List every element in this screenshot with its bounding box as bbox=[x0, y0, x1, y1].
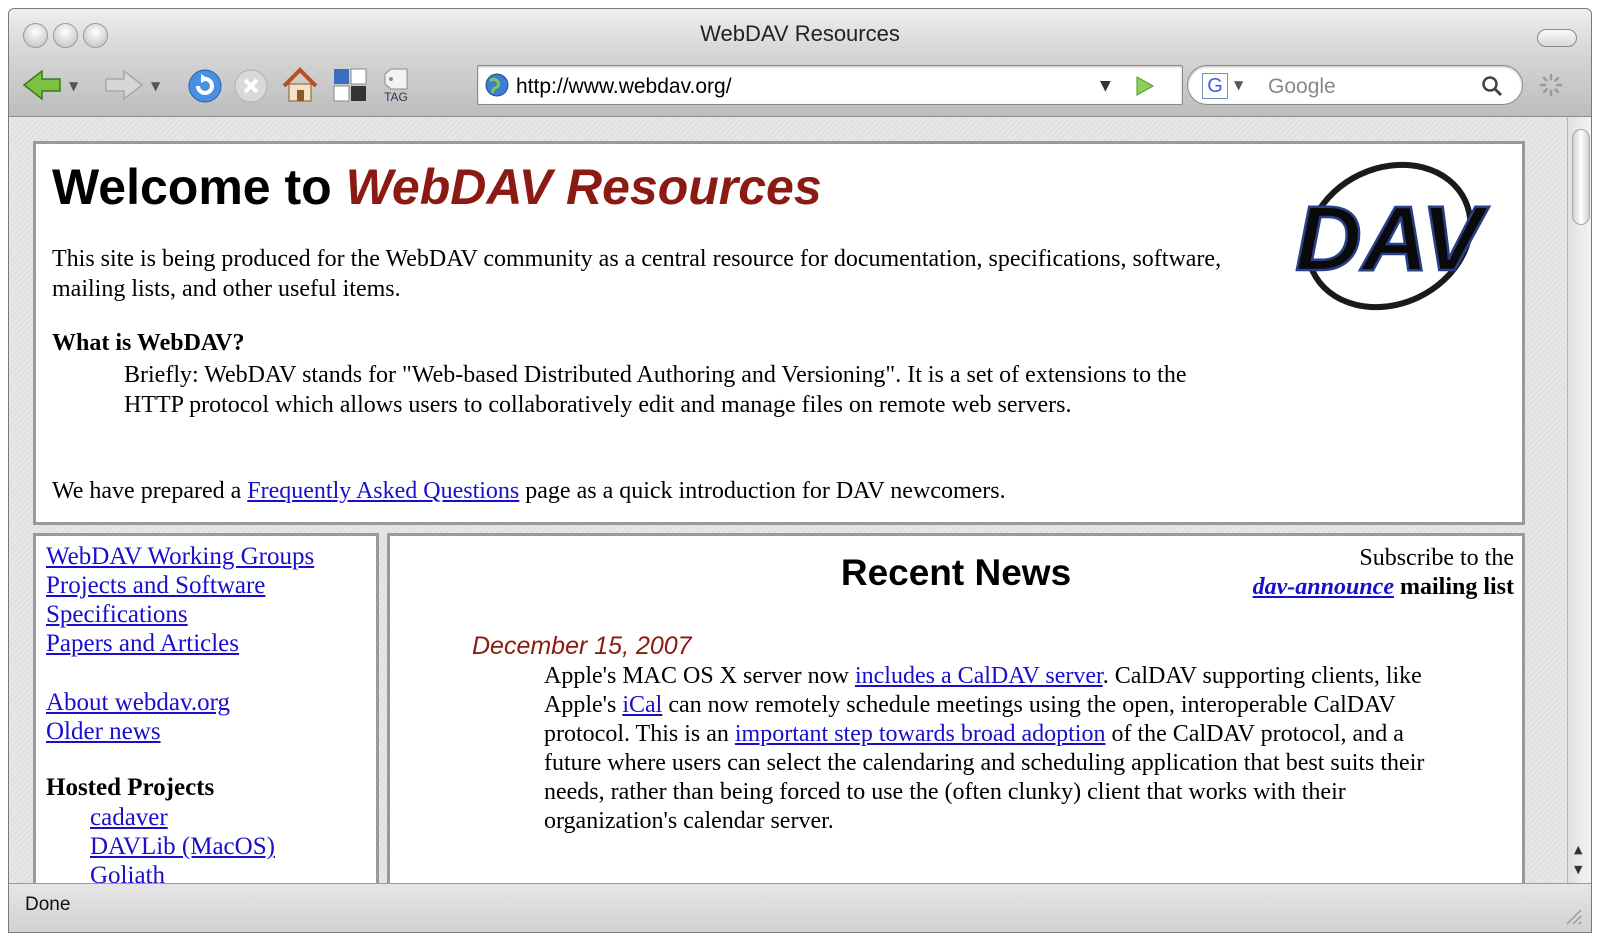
sidebar-links-secondary: About webdav.org Older news bbox=[46, 688, 230, 746]
magnifier-icon[interactable] bbox=[1478, 72, 1506, 100]
faq-after: page as a quick introduction for DAV new… bbox=[525, 478, 1006, 504]
reload-icon[interactable] bbox=[185, 67, 225, 105]
sidebar-link-papers[interactable]: Papers and Articles bbox=[46, 630, 239, 657]
spinner-icon bbox=[1537, 71, 1565, 99]
tag-label: TAG bbox=[384, 90, 408, 104]
search-bar[interactable]: G ▼ Google bbox=[1187, 65, 1523, 105]
forward-dropdown-icon[interactable]: ▼ bbox=[151, 79, 160, 93]
faq-link[interactable]: Frequently Asked Questions bbox=[247, 478, 519, 504]
subscribe-suffix: mailing list bbox=[1399, 574, 1514, 600]
google-icon[interactable]: G bbox=[1202, 73, 1228, 99]
news-item-body: Apple's MAC OS X server now includes a C… bbox=[544, 662, 1444, 836]
page-viewport[interactable]: Welcome to WebDAV Resources DAV This sit… bbox=[9, 117, 1567, 883]
hosted-link-davlib[interactable]: DAVLib (MacOS) bbox=[90, 833, 275, 860]
vertical-scrollbar[interactable]: ▲ ▼ bbox=[1567, 117, 1591, 883]
tag-icon[interactable]: TAG bbox=[377, 65, 415, 107]
caldav-server-link[interactable]: includes a CalDAV server bbox=[855, 663, 1103, 689]
what-heading: What is WebDAV? bbox=[52, 330, 245, 356]
welcome-brand: WebDAV Resources bbox=[345, 159, 822, 215]
welcome-panel: Welcome to WebDAV Resources DAV This sit… bbox=[33, 141, 1525, 525]
stop-icon[interactable] bbox=[231, 67, 271, 105]
sidebar-link-projects[interactable]: Projects and Software bbox=[46, 572, 265, 599]
news-panel: Recent News Subscribe to the dav-announc… bbox=[387, 533, 1525, 883]
status-bar: Done bbox=[9, 883, 1591, 932]
intro-text: This site is being produced for the WebD… bbox=[52, 246, 1222, 302]
toolbar-toggle-button[interactable] bbox=[1537, 29, 1577, 47]
faq-before: We have prepared a bbox=[52, 478, 242, 504]
ical-link[interactable]: iCal bbox=[622, 692, 662, 718]
news-date: December 15, 2007 bbox=[472, 632, 692, 660]
url-text[interactable]: http://www.webdav.org/ bbox=[516, 75, 732, 99]
welcome-heading: Welcome to WebDAV Resources bbox=[52, 158, 822, 216]
hosted-projects-heading: Hosted Projects bbox=[46, 774, 215, 801]
welcome-prefix: Welcome to bbox=[52, 159, 332, 215]
back-dropdown-icon[interactable]: ▼ bbox=[69, 79, 78, 93]
subscribe-box: Subscribe to the dav-announce mailing li… bbox=[1253, 544, 1514, 602]
search-placeholder[interactable]: Google bbox=[1268, 75, 1336, 99]
news-text-1: Apple's MAC OS X server now bbox=[544, 663, 849, 689]
hosted-projects-list: cadaver DAVLib (MacOS) Goliath bbox=[90, 803, 275, 883]
sidebar-panel: WebDAV Working Groups Projects and Softw… bbox=[33, 533, 379, 883]
bookmark-icon[interactable] bbox=[329, 65, 371, 105]
window-title: WebDAV Resources bbox=[700, 21, 900, 46]
dav-announce-link[interactable]: dav-announce bbox=[1253, 574, 1394, 600]
sidebar-links-primary: WebDAV Working Groups Projects and Softw… bbox=[46, 542, 314, 658]
resize-grip-icon[interactable] bbox=[1563, 906, 1583, 930]
home-icon[interactable] bbox=[279, 65, 321, 105]
subscribe-prefix: Subscribe to the bbox=[1359, 545, 1514, 571]
status-text: Done bbox=[25, 894, 71, 915]
sidebar-link-older-news[interactable]: Older news bbox=[46, 718, 161, 745]
back-arrow-icon[interactable] bbox=[19, 67, 65, 103]
important-step-link[interactable]: important step towards broad adoption bbox=[735, 721, 1106, 747]
globe-icon bbox=[484, 72, 510, 98]
address-bar[interactable]: http://www.webdav.org/ ▼ bbox=[477, 65, 1183, 105]
search-engine-dropdown-icon[interactable]: ▼ bbox=[1234, 78, 1243, 92]
hosted-link-cadaver[interactable]: cadaver bbox=[90, 804, 168, 831]
scrollbar-thumb[interactable] bbox=[1572, 129, 1590, 225]
browser-window: WebDAV Resources ▼ ▼ TAG http://www.webd… bbox=[8, 8, 1592, 933]
what-body: Briefly: WebDAV stands for "Web-based Di… bbox=[124, 362, 1187, 418]
navigation-toolbar: ▼ ▼ TAG http://www.webdav.org/ ▼ G ▼ Goo… bbox=[9, 53, 1591, 117]
scroll-up-arrow-icon[interactable]: ▲ bbox=[1574, 843, 1582, 856]
url-history-dropdown-icon[interactable]: ▼ bbox=[1100, 78, 1111, 94]
logo-text: DAV bbox=[1295, 188, 1489, 290]
forward-arrow-icon[interactable] bbox=[101, 67, 147, 103]
go-arrow-icon[interactable] bbox=[1130, 72, 1158, 100]
hosted-link-goliath[interactable]: Goliath bbox=[90, 862, 165, 883]
faq-paragraph: We have prepared a Frequently Asked Ques… bbox=[52, 476, 1006, 506]
scroll-down-arrow-icon[interactable]: ▼ bbox=[1574, 863, 1582, 876]
title-bar: WebDAV Resources bbox=[9, 9, 1591, 53]
sidebar-link-specifications[interactable]: Specifications bbox=[46, 601, 188, 628]
sidebar-link-working-groups[interactable]: WebDAV Working Groups bbox=[46, 543, 314, 570]
dav-logo: DAV bbox=[1284, 156, 1494, 316]
sidebar-link-about[interactable]: About webdav.org bbox=[46, 689, 230, 716]
